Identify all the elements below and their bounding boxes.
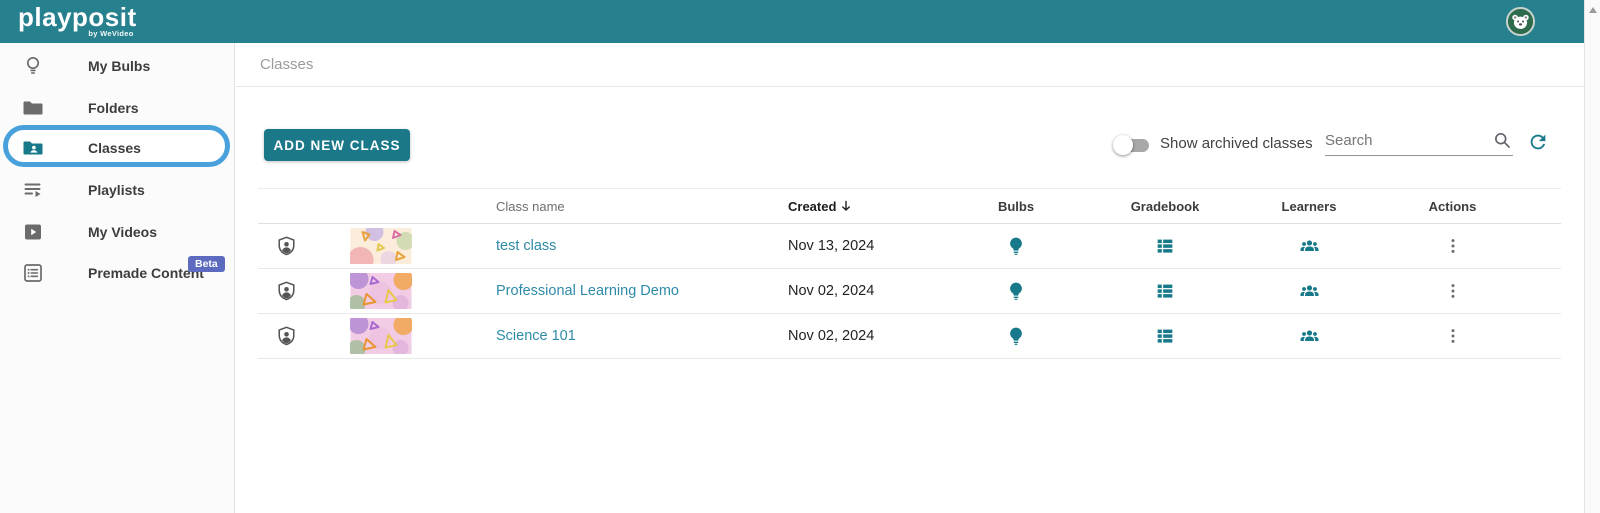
header-class-name: Class name: [458, 199, 763, 214]
sidebar-nav: My Bulbs Folders Classes: [0, 43, 235, 513]
sidebar-item-label: Classes: [88, 127, 141, 169]
user-avatar[interactable]: [1506, 7, 1535, 36]
header-created[interactable]: Created: [763, 199, 958, 214]
learners-icon[interactable]: [1296, 323, 1322, 349]
video-icon: [21, 220, 45, 244]
bulbs-icon[interactable]: [1003, 233, 1029, 259]
search-input[interactable]: [1325, 127, 1485, 153]
created-date: Nov 02, 2024: [763, 328, 958, 344]
bulbs-icon[interactable]: [1003, 278, 1029, 304]
show-archived-toggle[interactable]: [1116, 139, 1149, 152]
sidebar-item-classes[interactable]: Classes: [0, 127, 235, 169]
search-field: [1325, 127, 1513, 156]
vertical-scrollbar[interactable]: [1584, 0, 1600, 513]
classes-content: ADD NEW CLASS Show archived classes: [236, 87, 1584, 513]
sidebar-item-label: My Bulbs: [88, 45, 150, 87]
refresh-icon[interactable]: [1527, 131, 1549, 153]
sidebar-item-my-videos[interactable]: My Videos: [0, 211, 235, 253]
row-actions-menu-icon[interactable]: [1440, 278, 1466, 304]
breadcrumb: Classes: [260, 43, 313, 87]
row-actions-menu-icon[interactable]: [1440, 233, 1466, 259]
sidebar-item-label: My Videos: [88, 211, 157, 253]
class-name-link[interactable]: Science 101: [458, 328, 763, 344]
folder-icon: [21, 96, 45, 120]
sidebar-item-playlists[interactable]: Playlists: [0, 169, 235, 211]
class-thumbnail[interactable]: [350, 273, 412, 309]
table-row: Science 101 Nov 02, 2024: [258, 314, 1561, 359]
sidebar-item-my-bulbs[interactable]: My Bulbs: [0, 45, 235, 87]
shield-person-icon: [275, 235, 298, 258]
shield-person-icon: [275, 325, 298, 348]
app-window: playposit by WeVideo: [0, 0, 1600, 513]
search-icon[interactable]: [1492, 130, 1513, 151]
gradebook-icon[interactable]: [1152, 233, 1178, 259]
table-header-row: Class name Created Bulbs Gradebook Learn…: [258, 188, 1561, 224]
bulbs-icon[interactable]: [1003, 323, 1029, 349]
header-actions: Actions: [1362, 199, 1561, 214]
gradebook-icon[interactable]: [1152, 323, 1178, 349]
classes-folder-icon: [21, 136, 45, 160]
created-date: Nov 13, 2024: [763, 238, 958, 254]
sidebar-item-premade-content[interactable]: Premade Content Beta: [0, 252, 235, 294]
lightbulb-icon: [21, 54, 45, 78]
beta-badge: Beta: [188, 256, 225, 272]
sidebar-item-label: Premade Content: [88, 252, 204, 294]
add-new-class-button[interactable]: ADD NEW CLASS: [264, 129, 410, 161]
playposit-logo[interactable]: playposit by WeVideo: [18, 4, 137, 38]
class-name-link[interactable]: Professional Learning Demo: [458, 283, 763, 299]
class-thumbnail[interactable]: [350, 228, 412, 264]
gradebook-icon[interactable]: [1152, 278, 1178, 304]
class-name-link[interactable]: test class: [458, 238, 763, 254]
show-archived-label: Show archived classes: [1160, 135, 1313, 152]
top-header-bar: playposit by WeVideo: [0, 0, 1584, 43]
header-bulbs: Bulbs: [958, 199, 1074, 214]
sort-descending-icon: [839, 199, 853, 213]
header-gradebook: Gradebook: [1074, 199, 1256, 214]
class-thumbnail[interactable]: [350, 318, 412, 354]
shield-person-icon: [275, 280, 298, 303]
playlist-icon: [21, 178, 45, 202]
breadcrumb-bar: Classes: [236, 43, 1584, 87]
header-created-label: Created: [788, 199, 836, 214]
sidebar-item-folders[interactable]: Folders: [0, 87, 235, 129]
scroll-up-arrow-icon[interactable]: [1589, 7, 1597, 13]
sidebar-item-label: Playlists: [88, 169, 145, 211]
classes-table: Class name Created Bulbs Gradebook Learn…: [258, 188, 1561, 359]
learners-icon[interactable]: [1296, 278, 1322, 304]
dog-avatar-icon: [1508, 9, 1533, 34]
list-alt-icon: [21, 261, 45, 285]
table-row: Professional Learning Demo Nov 02, 2024: [258, 269, 1561, 314]
created-date: Nov 02, 2024: [763, 283, 958, 299]
table-row: test class Nov 13, 2024: [258, 224, 1561, 269]
row-actions-menu-icon[interactable]: [1440, 323, 1466, 349]
main-area: Classes ADD NEW CLASS Show archived clas…: [236, 43, 1584, 513]
learners-icon[interactable]: [1296, 233, 1322, 259]
header-learners: Learners: [1256, 199, 1362, 214]
logo-text: playposit: [18, 4, 137, 30]
toggle-knob: [1113, 135, 1133, 155]
sidebar-item-label: Folders: [88, 87, 139, 129]
